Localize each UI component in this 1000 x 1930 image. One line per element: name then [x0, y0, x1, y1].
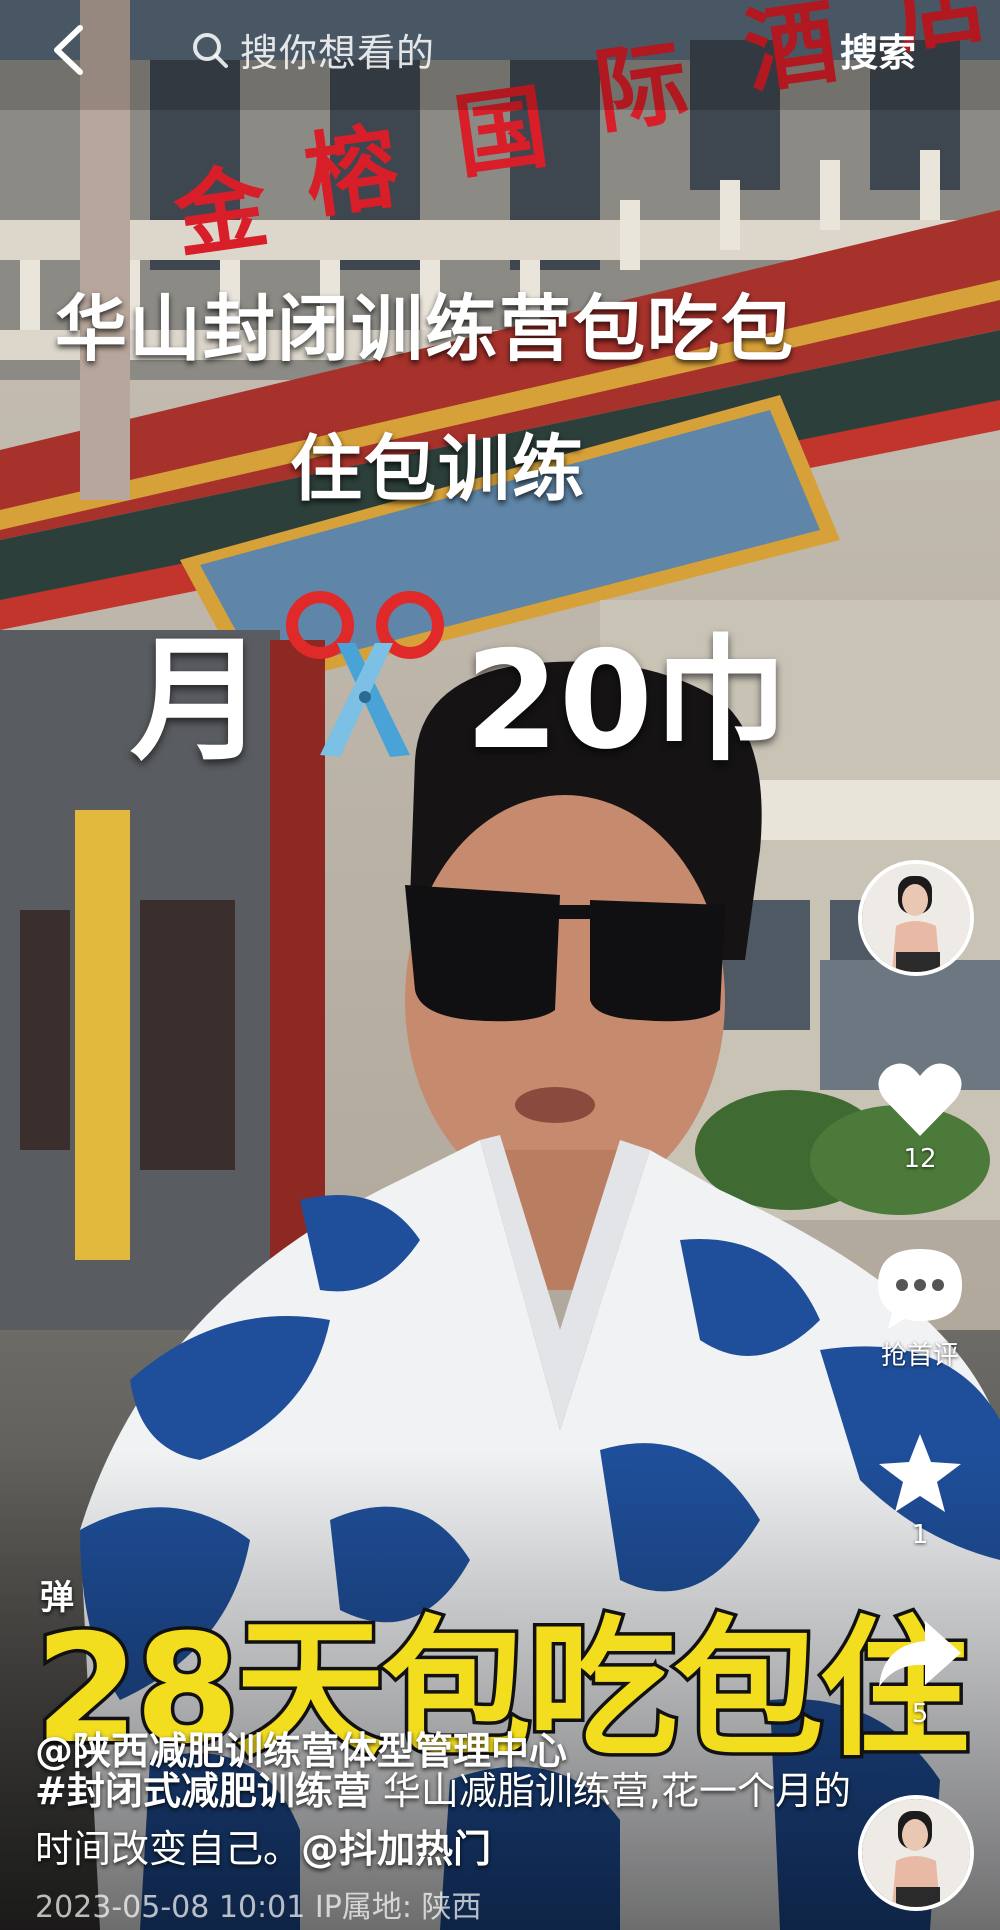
mention-link[interactable]: @抖加热门 [301, 1827, 491, 1871]
svg-text:榕: 榕 [298, 112, 404, 232]
search-icon [193, 33, 228, 68]
comment-label: 抢首评 [880, 1341, 959, 1371]
caption-line-2: 住包训练 [290, 427, 587, 511]
favorite-button[interactable]: 1 [870, 1430, 970, 1550]
hashtag-link[interactable]: #封闭式减肥训练营 [35, 1769, 371, 1813]
price-value: 20巾 [465, 622, 788, 779]
search-placeholder[interactable]: 搜你想看的 [240, 22, 435, 77]
comment-button[interactable]: 抢首评 [870, 1245, 970, 1372]
post-description: #封闭式减肥训练营 华山减脂训练营,花一个月的时间改变自己。@抖加热门 [35, 1762, 865, 1878]
scissors-icon [286, 591, 444, 757]
like-count: 12 [903, 1144, 937, 1174]
post-date: 2023-05-08 10:01 [35, 1890, 306, 1925]
search-button[interactable]: 搜索 [840, 22, 916, 77]
like-button[interactable]: 12 [870, 1060, 970, 1174]
heart-icon [878, 1063, 962, 1136]
back-icon[interactable] [45, 20, 95, 80]
star-icon [879, 1434, 961, 1512]
comment-icon [878, 1249, 962, 1329]
share-count: 5 [911, 1699, 929, 1729]
danmu-toggle[interactable]: 弹 [40, 1570, 74, 1619]
share-button[interactable]: 5 [870, 1615, 970, 1729]
post-meta: 2023-05-08 10:01 IP属地: 陕西 [35, 1882, 481, 1926]
favorite-count: 1 [911, 1520, 929, 1550]
author-avatar[interactable] [858, 860, 974, 976]
price-prefix: 月 [130, 622, 265, 779]
top-bar: 搜你想看的 搜索 [0, 0, 1000, 110]
ip-location: 陕西 [421, 1890, 482, 1925]
ip-label: IP属地: [314, 1890, 412, 1925]
share-icon [879, 1621, 961, 1687]
caption-line-1: 华山封闭训练营包吃包 [55, 287, 796, 371]
music-disc-avatar[interactable] [858, 1795, 974, 1911]
svg-text:金: 金 [167, 152, 275, 272]
